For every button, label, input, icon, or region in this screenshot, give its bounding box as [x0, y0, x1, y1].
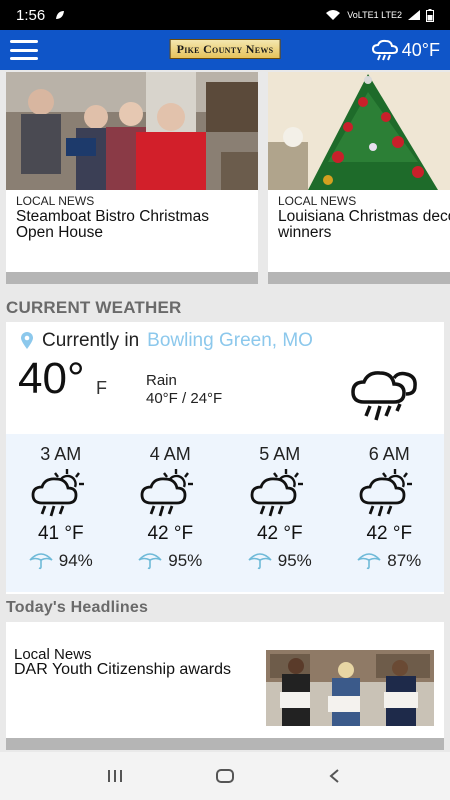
- precip-value: 94%: [58, 551, 93, 570]
- story-card[interactable]: LOCAL NEWS Louisiana Christmas decoratin…: [268, 72, 450, 284]
- umbrella-icon: [248, 553, 272, 570]
- back-icon[interactable]: [315, 756, 355, 796]
- current-temp: 40°: [18, 354, 85, 403]
- card-divider: [6, 272, 258, 284]
- location-row: Currently in Bowling Green, MO: [20, 330, 313, 352]
- story-headline[interactable]: Louisiana Christmas decorating winners: [268, 208, 450, 242]
- umbrella-icon: [357, 553, 381, 570]
- story-photo-carolers: [6, 72, 258, 190]
- system-icons: VoLTE1 LTE2: [325, 8, 434, 22]
- hourly-item: 6 AM 42 °F 87%: [335, 434, 445, 592]
- headline-title[interactable]: DAR Youth Citizenship awards: [14, 661, 234, 679]
- app-logo-text: Pike County News: [176, 41, 274, 56]
- hi-lo-text: 40°F / 24°F: [146, 390, 223, 407]
- story-card[interactable]: LOCAL NEWS Steamboat Bistro Christmas Op…: [6, 72, 258, 284]
- system-nav-bar: [0, 752, 450, 800]
- story-category: LOCAL NEWS: [278, 194, 357, 208]
- story-photo-christmas-tree: [268, 72, 450, 190]
- story-category: LOCAL NEWS: [16, 194, 95, 208]
- hour-precip: 95%: [116, 551, 226, 571]
- hour-temp: 42 °F: [256, 523, 303, 544]
- hour-time: 6 AM: [368, 444, 410, 464]
- hour-precip: 87%: [335, 551, 445, 571]
- rain-sun-cloud-icon: [335, 467, 445, 517]
- current-condition: Rain 40°F / 24°F: [146, 372, 222, 408]
- appbar-temp: 40°F: [401, 39, 440, 60]
- rain-cloud-icon: [350, 366, 420, 427]
- battery-icon: [426, 8, 434, 22]
- hour-temp: 41 °F: [37, 523, 84, 544]
- recents-icon[interactable]: [95, 756, 135, 796]
- app-logo[interactable]: Pike County News: [169, 39, 281, 59]
- umbrella-icon: [29, 553, 53, 570]
- rain-sun-cloud-icon: [116, 467, 226, 517]
- hourly-item: 4 AM 42 °F 95%: [116, 434, 226, 592]
- home-icon[interactable]: [205, 756, 245, 796]
- hour-precip: 94%: [6, 551, 116, 571]
- hour-time: 3 AM: [40, 444, 82, 464]
- hour-time: 4 AM: [149, 444, 191, 464]
- umbrella-icon: [138, 553, 162, 570]
- precip-value: 95%: [168, 551, 203, 570]
- hour-time: 5 AM: [259, 444, 301, 464]
- current-temp-unit: F: [96, 378, 107, 398]
- appbar-weather[interactable]: 40°F: [371, 39, 440, 61]
- headlines-title: Today's Headlines: [6, 599, 149, 616]
- headline-item[interactable]: Local News DAR Youth Citizenship awards: [6, 622, 444, 738]
- precip-value: 95%: [277, 551, 312, 570]
- hourly-item: 5 AM 42 °F 95%: [225, 434, 335, 592]
- rain-cloud-icon: [371, 39, 398, 61]
- hour-precip: 95%: [225, 551, 335, 571]
- wifi-icon: [326, 10, 341, 20]
- app-notification-icon: [56, 11, 65, 19]
- status-bar: 1:56 VoLTE1 LTE2: [0, 0, 450, 30]
- location-prefix: Currently in: [42, 330, 140, 351]
- app-bar: Pike County News 40°F: [0, 30, 450, 70]
- rain-sun-cloud-icon: [6, 467, 116, 517]
- weather-card[interactable]: Currently in Bowling Green, MO 40° F Rai…: [6, 322, 444, 594]
- location-pin-icon: [21, 332, 33, 349]
- hour-temp: 42 °F: [147, 523, 194, 544]
- rain-sun-cloud-icon: [225, 467, 335, 517]
- location-link[interactable]: Bowling Green, MO: [147, 330, 313, 352]
- hour-temp: 42 °F: [366, 523, 413, 544]
- card-divider: [268, 272, 450, 284]
- headline-thumbnail[interactable]: [266, 650, 434, 726]
- headline-divider: [6, 738, 444, 750]
- story-carousel[interactable]: LOCAL NEWS Steamboat Bistro Christmas Op…: [6, 72, 450, 284]
- network-label: VoLTE1 LTE2: [347, 10, 402, 20]
- condition-text: Rain: [146, 372, 177, 389]
- menu-icon[interactable]: [10, 40, 38, 60]
- signal-icon: [408, 10, 420, 20]
- status-time: 1:56: [16, 6, 46, 24]
- current-weather-title: CURRENT WEATHER: [6, 298, 182, 317]
- story-headline[interactable]: Steamboat Bistro Christmas Open House: [6, 208, 258, 242]
- hourly-item: 3 AM 41 °F 94%: [6, 434, 116, 592]
- precip-value: 87%: [387, 551, 422, 570]
- hourly-forecast[interactable]: 3 AM 41 °F 94% 4 AM 42 °F 95% 5 AM 42 °F…: [6, 434, 444, 592]
